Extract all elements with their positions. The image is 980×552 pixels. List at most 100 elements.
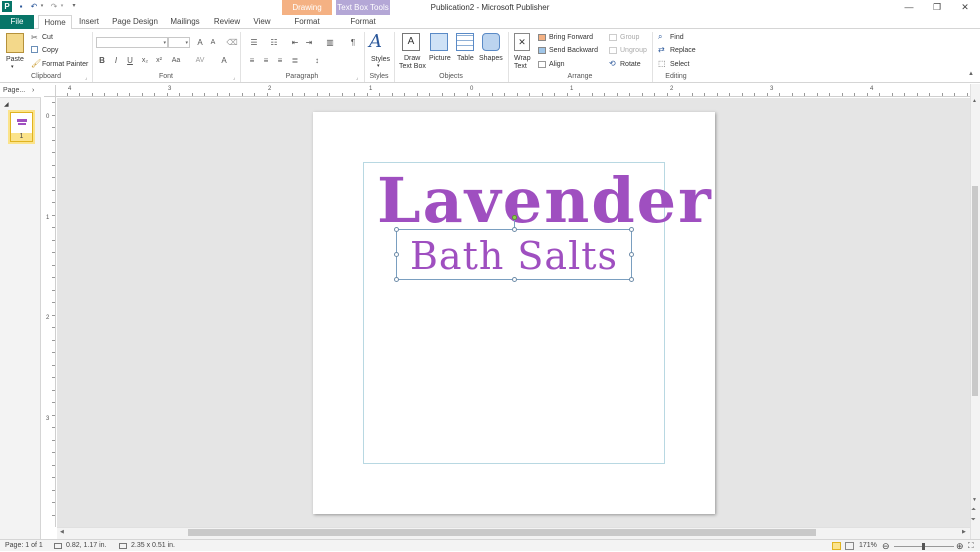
align-icon[interactable] <box>538 61 546 68</box>
styles-dropdown-icon[interactable]: ▾ <box>377 62 380 71</box>
draw-text-box-label-2[interactable]: Text Box <box>399 62 426 71</box>
tab-format-textbox[interactable]: Format <box>336 15 390 29</box>
columns-icon[interactable]: ▥ <box>322 37 338 48</box>
select-icon[interactable]: ⬚ <box>658 59 666 68</box>
zoom-out-icon[interactable]: ⊖ <box>882 540 890 552</box>
resize-handle-n[interactable] <box>512 227 517 232</box>
superscript-icon[interactable]: x² <box>153 55 165 66</box>
italic-button[interactable]: I <box>110 55 122 66</box>
bring-forward-icon[interactable] <box>538 34 546 41</box>
horizontal-ruler[interactable]: 4 3 2 1 0 1 2 3 4 <box>44 85 970 97</box>
next-page-icon[interactable]: ⏷ <box>971 517 976 524</box>
change-case-icon[interactable]: Aa <box>169 55 183 66</box>
styles-icon[interactable]: A <box>369 31 382 53</box>
line-spacing-icon[interactable]: ↕ <box>309 55 325 66</box>
font-launcher-icon[interactable]: ⌟ <box>233 75 235 81</box>
close-icon[interactable]: ✕ <box>954 0 976 15</box>
zoom-slider-thumb[interactable] <box>922 543 925 550</box>
underline-button[interactable]: U <box>124 55 136 66</box>
paste-icon[interactable] <box>6 33 24 53</box>
previous-page-icon[interactable]: ⏶ <box>971 507 976 514</box>
collapse-ribbon-icon[interactable]: ▲ <box>968 71 974 77</box>
send-backward-icon[interactable] <box>538 47 546 54</box>
resize-handle-e[interactable] <box>629 252 634 257</box>
scroll-left-icon[interactable]: ◀ <box>60 529 64 535</box>
tab-format-drawing[interactable]: Format <box>282 15 332 29</box>
decrease-indent-icon[interactable]: ⇤ <box>289 37 301 48</box>
undo-dropdown-icon[interactable]: ▾ <box>39 1 45 12</box>
replace-button[interactable]: Replace <box>670 46 696 55</box>
align-left-icon[interactable]: ≡ <box>246 55 258 66</box>
subscript-icon[interactable]: x₂ <box>139 55 151 66</box>
bold-button[interactable]: B <box>96 55 108 66</box>
font-size-combo[interactable]: ▾ <box>168 37 190 48</box>
wrap-text-icon[interactable]: ✕ <box>514 33 530 51</box>
picture-icon[interactable] <box>430 33 448 51</box>
replace-icon[interactable]: ⇄ <box>658 45 665 54</box>
subheading-text[interactable]: Bath Salts <box>397 230 631 279</box>
undo-icon[interactable]: ↶ <box>29 1 39 12</box>
page-thumbnail[interactable]: 1 <box>10 112 33 142</box>
fit-page-icon[interactable]: ⛶ <box>968 540 974 552</box>
shrink-font-icon[interactable]: A <box>207 37 219 48</box>
pages-panel-collapse-icon[interactable]: › <box>32 84 34 98</box>
scroll-up-icon[interactable]: ▲ <box>972 98 977 104</box>
numbering-icon[interactable]: ☷ <box>266 37 282 48</box>
send-backward-button[interactable]: Send Backward <box>549 46 598 55</box>
rotate-button[interactable]: Rotate <box>620 60 641 69</box>
bring-forward-button[interactable]: Bring Forward <box>549 33 593 42</box>
tab-page-design[interactable]: Page Design <box>110 15 160 29</box>
table-button[interactable]: Table <box>457 54 474 63</box>
rotate-icon[interactable]: ⟲ <box>609 59 616 68</box>
align-right-icon[interactable]: ≡ <box>274 55 286 66</box>
publication-page[interactable]: Lavender Bath Salts <box>313 112 715 514</box>
align-center-icon[interactable]: ≡ <box>260 55 272 66</box>
tab-view[interactable]: View <box>248 15 276 29</box>
scroll-down-icon[interactable]: ▼ <box>972 497 977 503</box>
tab-review[interactable]: Review <box>210 15 244 29</box>
workspace-canvas[interactable]: Lavender Bath Salts <box>57 98 970 527</box>
bullets-icon[interactable]: ☰ <box>246 37 262 48</box>
cut-button[interactable]: Cut <box>42 33 53 42</box>
increase-indent-icon[interactable]: ⇥ <box>303 37 315 48</box>
resize-handle-se[interactable] <box>629 277 634 282</box>
selected-text-box[interactable]: Bath Salts <box>394 215 634 282</box>
resize-handle-nw[interactable] <box>394 227 399 232</box>
zoom-level[interactable]: 171% <box>859 540 877 552</box>
customize-qat-icon[interactable]: ▾ <box>70 1 78 12</box>
clipboard-launcher-icon[interactable]: ⌟ <box>85 75 87 81</box>
find-icon[interactable]: ⌕ <box>658 32 662 41</box>
status-page[interactable]: Page: 1 of 1 <box>5 540 43 552</box>
pages-panel-pin-icon[interactable]: ◢ <box>4 101 9 108</box>
show-formatting-button[interactable]: ¶ <box>347 37 359 48</box>
redo-icon[interactable]: ↷ <box>49 1 59 12</box>
character-spacing-icon[interactable]: AV <box>194 55 206 66</box>
single-page-view-icon[interactable] <box>832 542 841 550</box>
resize-handle-ne[interactable] <box>629 227 634 232</box>
select-button[interactable]: Select <box>670 60 689 69</box>
paste-label[interactable]: Paste <box>6 55 24 64</box>
minimize-icon[interactable]: — <box>898 0 920 15</box>
vertical-ruler[interactable]: 0 1 2 3 <box>44 97 56 527</box>
tab-mailings[interactable]: Mailings <box>166 15 204 29</box>
shapes-button[interactable]: Shapes <box>479 54 503 63</box>
font-color-icon[interactable]: A <box>218 55 230 66</box>
draw-text-box-icon[interactable]: A <box>402 33 420 51</box>
format-painter-button[interactable]: Format Painter <box>42 60 88 69</box>
resize-handle-w[interactable] <box>394 252 399 257</box>
restore-icon[interactable]: ❐ <box>926 0 948 15</box>
redo-dropdown-icon[interactable]: ▾ <box>59 1 65 12</box>
font-name-combo[interactable]: ▾ <box>96 37 168 48</box>
copy-button[interactable]: Copy <box>42 46 58 55</box>
grow-font-icon[interactable]: A <box>194 37 206 48</box>
rotation-handle[interactable] <box>512 215 517 220</box>
table-icon[interactable] <box>456 33 474 51</box>
format-painter-icon[interactable]: 🖌 <box>31 59 41 68</box>
scroll-right-icon[interactable]: ▶ <box>962 529 966 535</box>
paste-dropdown-icon[interactable]: ▾ <box>11 63 14 72</box>
tab-insert[interactable]: Insert <box>74 15 104 29</box>
paragraph-launcher-icon[interactable]: ⌟ <box>356 75 358 81</box>
clear-format-icon[interactable]: ⌫ <box>226 37 238 48</box>
horizontal-scrollbar-thumb[interactable] <box>188 529 816 536</box>
resize-handle-sw[interactable] <box>394 277 399 282</box>
